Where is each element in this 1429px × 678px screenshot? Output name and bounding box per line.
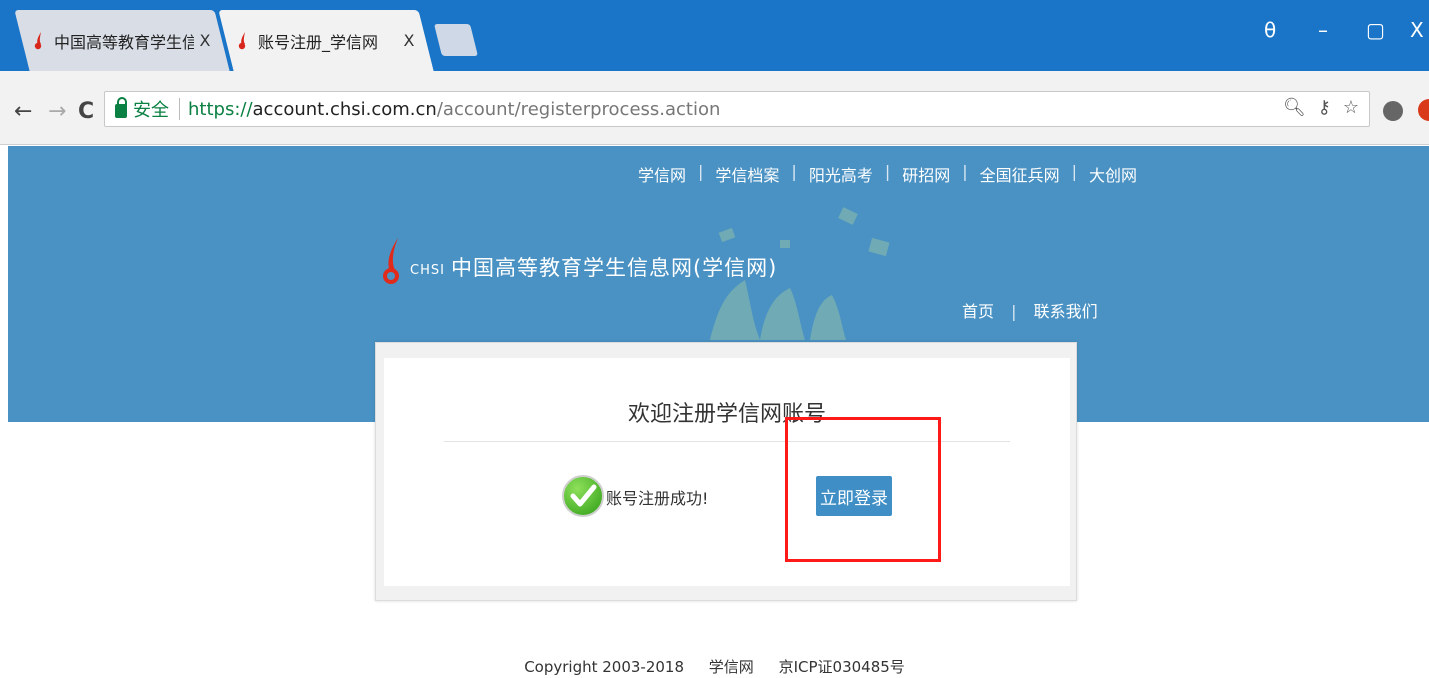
page-footer: Copyright 2003-2018 学信网 京ICP证030485号 bbox=[0, 656, 1429, 677]
annotation-highlight-box bbox=[785, 417, 941, 562]
success-message: 账号注册成功! bbox=[606, 489, 709, 508]
browser-toolbar: ← → C 安全 https:// account.chsi.com.cn /a… bbox=[0, 71, 1429, 145]
nav-link-archive[interactable]: 学信档案 bbox=[715, 162, 779, 186]
chsi-favicon-icon bbox=[34, 31, 42, 49]
url-host: account.chsi.com.cn bbox=[252, 98, 437, 120]
top-nav-links: 学信网 | 学信档案 | 阳光高考 | 研招网 | 全国征兵网 | 大创网 bbox=[638, 162, 1137, 186]
extension-icon[interactable] bbox=[1383, 101, 1403, 121]
zoom-icon[interactable]: 🔍︎ bbox=[1283, 97, 1306, 118]
nav-divider: | bbox=[791, 162, 797, 181]
tab-close-icon[interactable]: X bbox=[194, 31, 216, 50]
checkmark-icon bbox=[562, 475, 604, 517]
logo-en-text: CHSI bbox=[410, 263, 445, 278]
tab-title: 中国高等教育学生信息网 bbox=[54, 32, 194, 52]
nav-divider: | bbox=[698, 162, 704, 181]
reload-button[interactable]: C bbox=[78, 99, 94, 124]
tab-close-icon[interactable]: X bbox=[398, 31, 420, 50]
nav-link-chsi[interactable]: 学信网 bbox=[638, 162, 686, 186]
footer-icp[interactable]: 京ICP证030485号 bbox=[779, 658, 905, 676]
address-bar[interactable]: 安全 https:// account.chsi.com.cn /account… bbox=[104, 91, 1370, 127]
back-button[interactable]: ← bbox=[14, 99, 32, 124]
close-window-button[interactable]: X bbox=[1410, 18, 1424, 42]
footer-copyright: Copyright 2003-2018 bbox=[524, 658, 685, 676]
tab-title: 账号注册_学信网 bbox=[258, 32, 379, 52]
nav-link-home[interactable]: 首页 bbox=[962, 302, 994, 321]
tab-register-active[interactable]: 账号注册_学信网 X bbox=[218, 10, 434, 71]
nav-divider: | bbox=[962, 162, 968, 181]
chsi-favicon-icon bbox=[238, 31, 246, 49]
new-tab-button[interactable] bbox=[434, 24, 478, 56]
profile-icon[interactable]: θ bbox=[1264, 18, 1276, 42]
forward-button[interactable]: → bbox=[48, 99, 66, 124]
card-title: 欢迎注册学信网账号 bbox=[627, 402, 826, 427]
nav-link-zhengbing[interactable]: 全国征兵网 bbox=[980, 162, 1060, 186]
url-path: /account/registerprocess.action bbox=[436, 98, 721, 120]
nav-link-gaokao[interactable]: 阳光高考 bbox=[809, 162, 873, 186]
browser-tab-strip: 中国高等教育学生信息网 X 账号注册_学信网 X θ – ▢ X bbox=[0, 0, 1429, 71]
nav-link-contact[interactable]: 联系我们 bbox=[1034, 302, 1098, 321]
card-body: 欢迎注册学信网账号 账号注册成功! 立即登录 bbox=[384, 358, 1070, 586]
tab-chsi-home[interactable]: 中国高等教育学生信息网 X bbox=[14, 10, 230, 71]
minimize-button[interactable]: – bbox=[1318, 18, 1328, 42]
restore-button[interactable]: ▢ bbox=[1366, 18, 1385, 42]
footer-site-link[interactable]: 学信网 bbox=[709, 658, 754, 676]
nav-divider: | bbox=[1071, 162, 1078, 181]
graduates-decoration bbox=[710, 207, 890, 340]
star-icon[interactable]: ☆ bbox=[1343, 97, 1359, 118]
lock-icon bbox=[115, 97, 127, 118]
chsi-logo-icon bbox=[383, 238, 399, 284]
secure-label: 安全 bbox=[133, 100, 169, 121]
key-icon[interactable]: ⚷ bbox=[1318, 97, 1331, 118]
sub-nav-links: 首页 | 联系我们 bbox=[962, 298, 1098, 322]
extension-icon[interactable] bbox=[1418, 99, 1429, 121]
address-divider bbox=[179, 98, 180, 120]
nav-link-dachuang[interactable]: 大创网 bbox=[1089, 162, 1137, 186]
url-scheme: https:// bbox=[188, 98, 253, 120]
nav-divider: | bbox=[884, 162, 891, 181]
nav-divider: | bbox=[1011, 302, 1017, 321]
register-success-card: 欢迎注册学信网账号 账号注册成功! 立即登录 bbox=[375, 342, 1077, 601]
nav-link-yz[interactable]: 研招网 bbox=[902, 162, 950, 186]
